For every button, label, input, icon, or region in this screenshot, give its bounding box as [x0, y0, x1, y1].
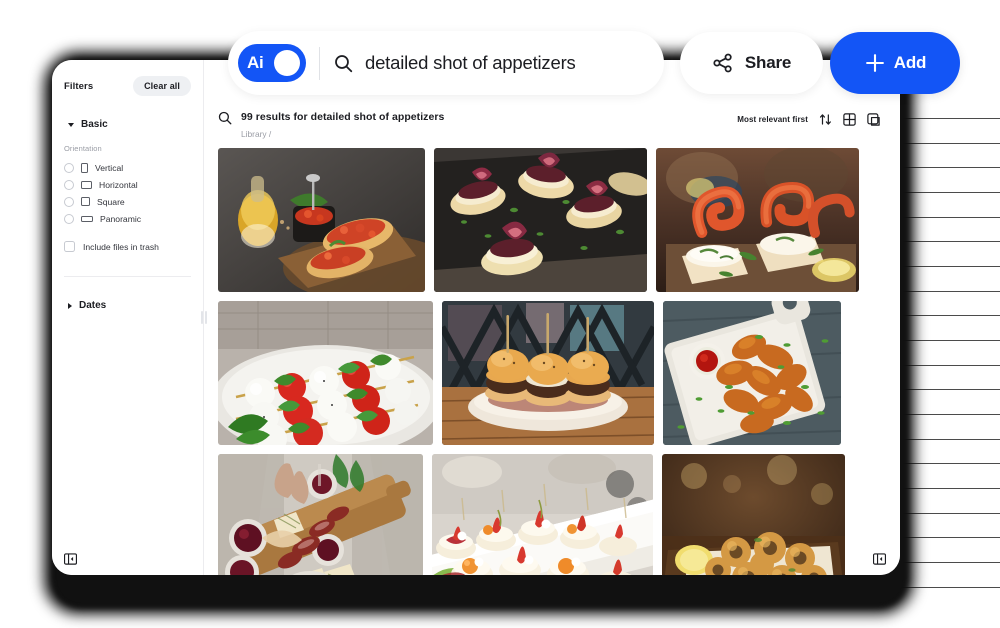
chevron-right-icon — [68, 302, 72, 309]
plus-icon — [865, 54, 884, 72]
filter-option-panoramic[interactable]: Panoramic — [52, 210, 203, 227]
search-icon — [218, 111, 232, 125]
app-window: Filters Clear all Basic Orientation Vert… — [52, 60, 900, 575]
filter-option-label: Panoramic — [100, 213, 142, 224]
grid-view-icon[interactable] — [843, 113, 856, 126]
filter-option-square[interactable]: Square — [52, 193, 203, 210]
ai-toggle-label: Ai — [247, 53, 264, 72]
ai-toggle[interactable]: Ai — [238, 44, 306, 82]
checkbox-icon[interactable] — [64, 241, 75, 252]
screenshot-stage: Filters Clear all Basic Orientation Vert… — [0, 0, 1000, 628]
sidebar-section-label: Dates — [79, 300, 107, 311]
filters-sidebar: Filters Clear all Basic Orientation Vert… — [52, 60, 207, 575]
floating-toolbar: Ai detailed shot of appetizers Share Add — [0, 0, 1000, 100]
image-tile-shrimp-crostini[interactable] — [656, 148, 859, 292]
sidebar-divider — [64, 276, 191, 277]
image-tile-mini-burger-sliders[interactable] — [442, 301, 654, 445]
filter-option-label: Horizontal — [99, 179, 138, 190]
sort-dropdown[interactable]: Most relevant first — [737, 115, 808, 124]
include-trash-label: Include files in trash — [83, 241, 159, 252]
panel-collapse-icon — [64, 553, 77, 565]
results-content: 99 results for detailed shot of appetize… — [204, 60, 900, 575]
content-collapse-button[interactable] — [873, 553, 886, 565]
share-button-label: Share — [744, 53, 792, 72]
results-title: 99 results for detailed shot of appetize… — [241, 111, 445, 123]
results-summary: 99 results for detailed shot of appetize… — [218, 110, 444, 139]
sidebar-resize-handle[interactable] — [199, 310, 208, 326]
filter-option-horizontal[interactable]: Horizontal — [52, 176, 203, 193]
include-trash-checkbox-row[interactable]: Include files in trash — [52, 238, 203, 255]
image-tile-canape-strawberry-tray[interactable] — [432, 454, 653, 575]
share-nodes-icon — [713, 53, 732, 73]
image-tile-charcuterie-wine-flatlay[interactable] — [218, 454, 423, 575]
filter-option-label: Square — [97, 196, 125, 207]
filter-option-vertical[interactable]: Vertical — [52, 159, 203, 176]
sidebar-section-label: Basic — [81, 119, 108, 130]
search-icon — [335, 54, 353, 72]
grid-row — [218, 454, 886, 575]
sidebar-section-dates[interactable]: Dates — [52, 300, 203, 311]
orientation-horizontal-icon — [81, 180, 92, 189]
orientation-group-label: Orientation — [64, 144, 102, 153]
orientation-vertical-icon — [81, 162, 88, 173]
radio-icon[interactable] — [64, 196, 74, 207]
orientation-panoramic-icon — [81, 215, 93, 222]
sidebar-section-basic[interactable]: Basic — [52, 119, 203, 130]
image-tile-chicken-wings-board[interactable] — [663, 301, 841, 445]
add-button[interactable]: Add — [830, 32, 960, 94]
search-bar[interactable]: Ai detailed shot of appetizers — [228, 31, 664, 95]
image-tile-fig-crostini-slate[interactable] — [434, 148, 647, 292]
toggle-knob — [274, 50, 300, 76]
orientation-square-icon — [81, 197, 90, 206]
chevron-down-icon — [68, 122, 74, 127]
add-button-label: Add — [893, 53, 927, 72]
radio-icon[interactable] — [64, 213, 74, 224]
search-input[interactable]: detailed shot of appetizers — [365, 52, 576, 74]
edge-rule-artifacts — [900, 118, 1000, 588]
share-button[interactable]: Share — [680, 32, 823, 94]
radio-icon[interactable] — [64, 179, 74, 190]
search-divider — [319, 46, 320, 80]
image-grid — [204, 148, 900, 575]
image-tile-bruschetta-olive-oil[interactable] — [218, 148, 425, 292]
sort-arrows-icon[interactable] — [819, 113, 832, 126]
panel-collapse-icon — [873, 553, 886, 565]
grid-row — [218, 148, 886, 292]
image-tile-caprese-skewers[interactable] — [218, 301, 433, 445]
radio-icon[interactable] — [64, 162, 74, 173]
sidebar-collapse-button[interactable] — [64, 553, 77, 565]
grid-row — [218, 301, 886, 445]
image-tile-fried-calamari-basket[interactable] — [662, 454, 845, 575]
breadcrumb: Library / — [241, 129, 272, 139]
stacked-view-icon[interactable] — [867, 113, 880, 126]
filter-option-label: Vertical — [95, 162, 124, 173]
results-toolbar: Most relevant first — [737, 110, 880, 126]
